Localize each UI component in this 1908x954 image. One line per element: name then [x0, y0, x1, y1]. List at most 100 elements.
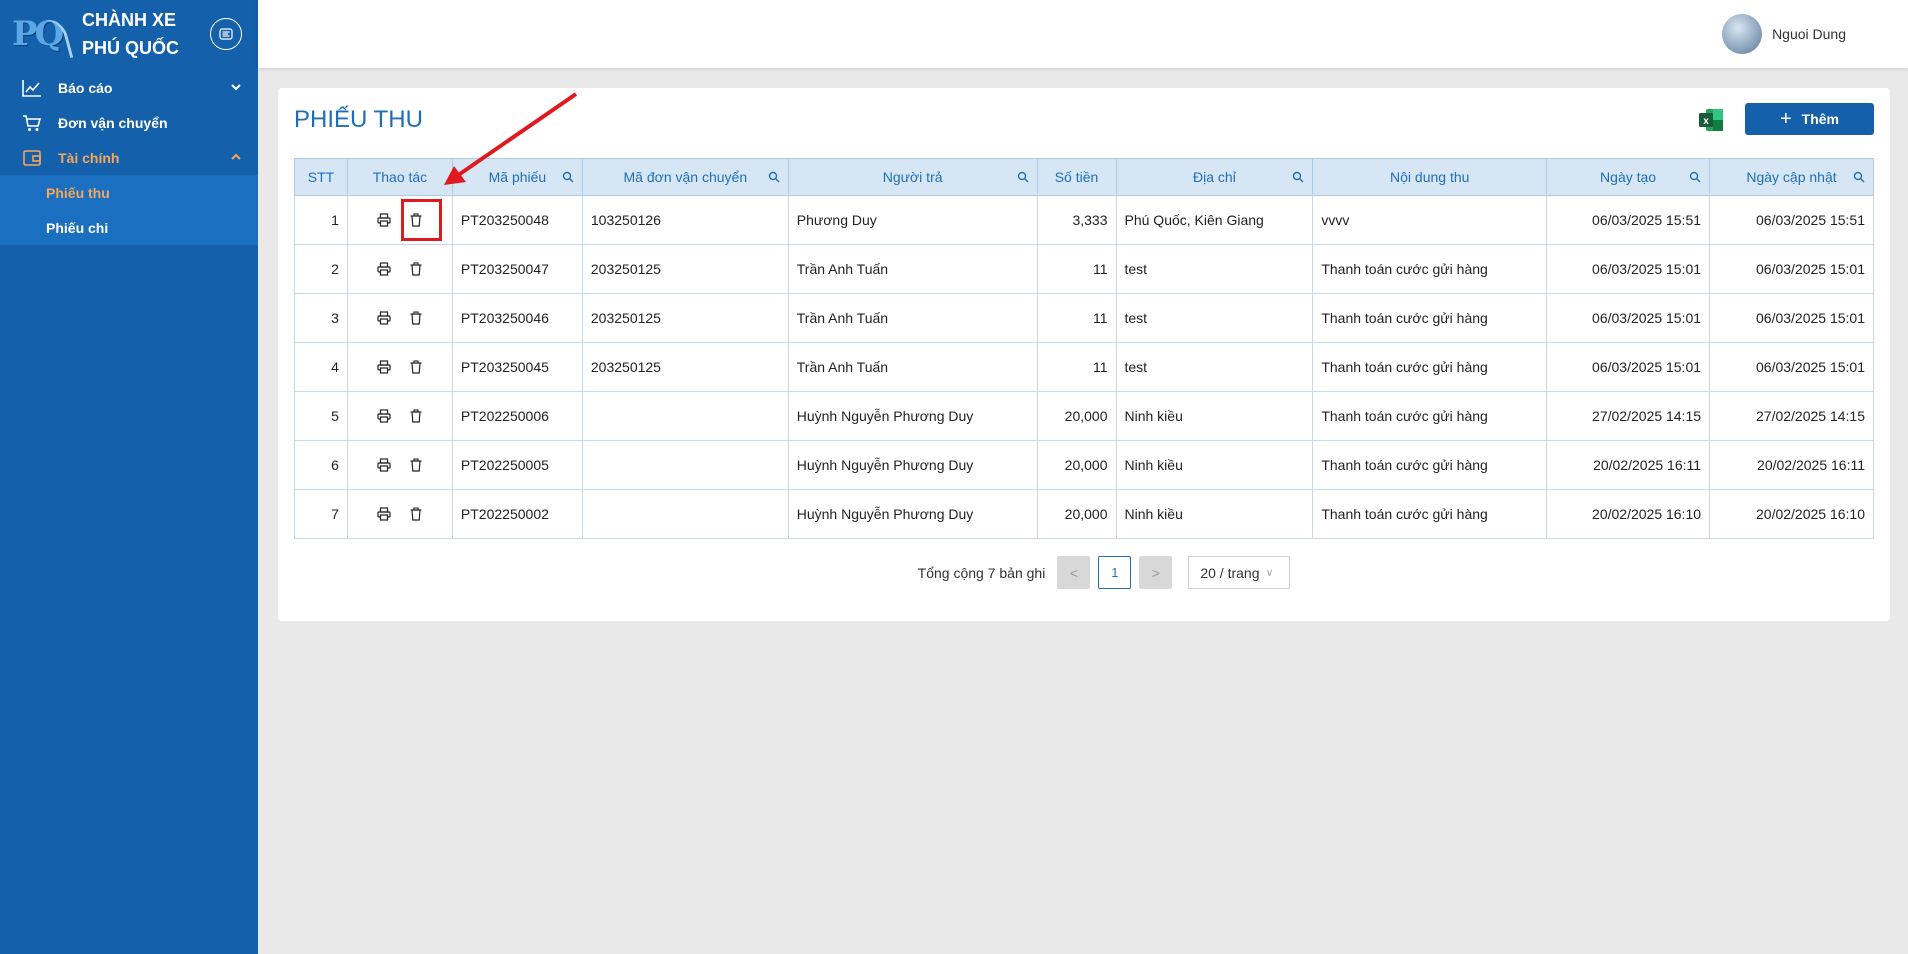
sidebar: PQ CHÀNH XE PHÚ QUỐC Báo cáo Đơn vận chu… — [0, 0, 258, 954]
cell-actions — [346, 293, 453, 343]
search-icon[interactable] — [1017, 171, 1029, 183]
printer-icon — [377, 507, 391, 521]
chart-line-icon — [22, 78, 42, 98]
printer-icon — [377, 262, 391, 276]
cell-ma-phieu: PT202250006 — [451, 391, 583, 441]
delete-button[interactable] — [407, 456, 425, 474]
col-header-label: STT — [307, 169, 335, 185]
row-actions — [356, 358, 444, 376]
cell-nguoi-tra: Trần Anh Tuấn — [787, 244, 1038, 294]
print-button[interactable] — [375, 456, 393, 474]
delete-button[interactable] — [407, 358, 425, 376]
sidebar-menu: Báo cáo Đơn vận chuyển Tài chính Phiếu t… — [0, 70, 258, 245]
col-header-label: Nội dung thu — [1390, 169, 1470, 185]
cell-ma-phieu: PT203250048 — [451, 195, 583, 245]
col-header-noi-dung: Nội dung thu — [1312, 158, 1548, 196]
sidebar-item-label: Đơn vận chuyển — [58, 114, 168, 131]
col-header-label: Ngày cập nhật — [1746, 169, 1837, 185]
brand[interactable]: PQ CHÀNH XE PHÚ QUỐC — [0, 0, 258, 68]
menu-toggle-button[interactable] — [210, 18, 242, 50]
search-icon[interactable] — [1292, 171, 1304, 183]
export-excel-button[interactable]: x — [1698, 108, 1724, 132]
print-button[interactable] — [375, 211, 393, 229]
cell-so-tien: 11 — [1036, 293, 1117, 343]
trash-icon — [410, 213, 422, 227]
print-button[interactable] — [375, 358, 393, 376]
user-name: Nguoi Dung — [1772, 26, 1846, 42]
sidebar-item-phieu-thu[interactable]: Phiếu thu — [0, 175, 258, 210]
printer-icon — [377, 409, 391, 423]
cell-stt: 5 — [294, 391, 348, 441]
chevron-up-icon — [231, 153, 241, 160]
search-icon[interactable] — [1689, 171, 1701, 183]
brand-logo: PQ — [12, 7, 74, 64]
avatar[interactable] — [1722, 14, 1763, 54]
add-button[interactable]: + Thêm — [1745, 103, 1874, 135]
cell-ngay-cap-nhat: 20/02/2025 16:10 — [1709, 489, 1874, 539]
chevron-down-icon: ∨ — [1265, 567, 1274, 579]
col-header-nguoi-tra: Người trả — [787, 158, 1038, 196]
delete-button[interactable] — [407, 309, 425, 327]
search-icon[interactable] — [768, 171, 780, 183]
print-button[interactable] — [375, 505, 393, 523]
col-header-label: Mã đơn vận chuyển — [623, 169, 748, 185]
svg-text:x: x — [1703, 116, 1709, 127]
cell-dia-chi: test — [1115, 342, 1314, 392]
cell-actions — [346, 440, 453, 490]
page-size-select[interactable]: 20 / trang ∨ — [1188, 556, 1291, 589]
printer-icon — [377, 213, 391, 227]
cell-ngay-cap-nhat: 06/03/2025 15:01 — [1709, 293, 1874, 343]
delete-button[interactable] — [407, 260, 425, 278]
sidebar-submenu-tai-chinh: Phiếu thu Phiếu chi — [0, 175, 258, 245]
cell-ma-phieu: PT203250047 — [451, 244, 583, 294]
cell-so-tien: 20,000 — [1036, 440, 1117, 490]
cell-so-tien: 20,000 — [1036, 391, 1117, 441]
table-row: 1 PT203250048 103250126 Phương Duy 3,333… — [294, 195, 1874, 245]
col-header-label: Thao tác — [372, 169, 428, 185]
cell-dia-chi: test — [1115, 293, 1314, 343]
user-menu[interactable]: Nguoi Dung — [1722, 14, 1846, 54]
print-button[interactable] — [375, 407, 393, 425]
cell-stt: 6 — [294, 440, 348, 490]
logo-swoosh — [40, 14, 74, 64]
sidebar-item-phieu-chi[interactable]: Phiếu chi — [0, 210, 258, 245]
printer-icon — [377, 311, 391, 325]
delete-button[interactable] — [407, 211, 425, 229]
cell-ma-phieu: PT202250002 — [451, 489, 583, 539]
sidebar-item-bao-cao[interactable]: Báo cáo — [0, 70, 258, 105]
brand-name-line2: PHÚ QUỐC — [82, 38, 180, 58]
cell-nguoi-tra: Phương Duy — [787, 195, 1038, 245]
col-header-label: Ngày tạo — [1600, 169, 1657, 185]
delete-button[interactable] — [407, 505, 425, 523]
cell-ngay-cap-nhat: 06/03/2025 15:51 — [1709, 195, 1874, 245]
sidebar-item-tai-chinh[interactable]: Tài chính — [0, 140, 258, 175]
cell-noi-dung: Thanh toán cước gửi hàng — [1312, 391, 1548, 441]
receipts-table: STT Thao tác Mã phiếu Mã đơn vận chuyển … — [294, 158, 1874, 539]
table-row: 4 PT203250045 203250125 Trần Anh Tuấn 11… — [294, 342, 1874, 392]
delete-button[interactable] — [407, 407, 425, 425]
row-actions — [356, 407, 444, 425]
page-1-button[interactable]: 1 — [1098, 556, 1132, 589]
cell-so-tien: 11 — [1036, 342, 1117, 392]
row-actions — [356, 309, 444, 327]
col-header-thao-tac: Thao tác — [346, 158, 453, 196]
sidebar-item-don-van-chuyen[interactable]: Đơn vận chuyển — [0, 105, 258, 140]
cell-noi-dung: Thanh toán cước gửi hàng — [1312, 489, 1548, 539]
cell-ngay-cap-nhat: 06/03/2025 15:01 — [1709, 342, 1874, 392]
search-icon[interactable] — [1853, 171, 1865, 183]
menu-lines-icon — [219, 28, 233, 40]
table-row: 5 PT202250006 Huỳnh Nguyễn Phương Duy 20… — [294, 391, 1874, 441]
print-button[interactable] — [375, 260, 393, 278]
printer-icon — [377, 360, 391, 374]
col-header-label: Người trả — [882, 169, 943, 185]
next-page-button[interactable]: > — [1139, 556, 1173, 589]
cell-nguoi-tra: Trần Anh Tuấn — [787, 342, 1038, 392]
cell-actions — [346, 342, 453, 392]
trash-icon — [410, 458, 422, 472]
cell-actions — [346, 391, 453, 441]
cell-ngay-tao: 06/03/2025 15:01 — [1546, 293, 1711, 343]
total-records: Tổng cộng 7 bản ghi — [917, 564, 1046, 581]
cell-dia-chi: Phú Quốc, Kiên Giang — [1115, 195, 1314, 245]
print-button[interactable] — [375, 309, 393, 327]
prev-page-button[interactable]: < — [1057, 556, 1091, 589]
